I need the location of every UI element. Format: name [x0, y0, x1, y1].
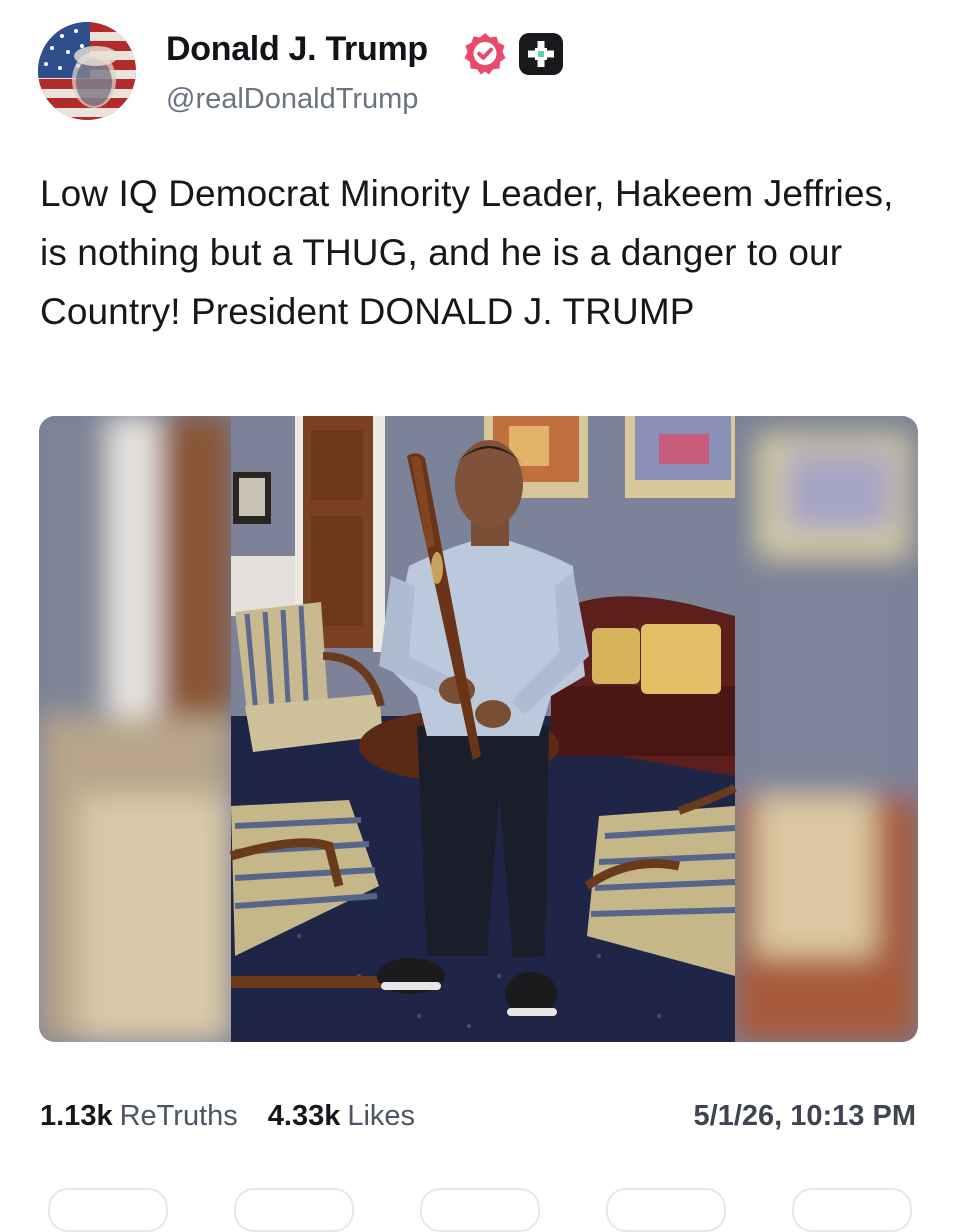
post-card: Donald J. Trump @realDonaldTrump Low IQ … [0, 0, 957, 1232]
avatar-image [38, 22, 136, 120]
share-button[interactable] [606, 1188, 726, 1232]
retruths-label: ReTruths [119, 1100, 238, 1132]
author-display-name[interactable]: Donald J. Trump [166, 30, 428, 69]
verified-badge-icon [462, 30, 508, 76]
post-timestamp[interactable]: 5/1/26, 10:13 PM [694, 1100, 916, 1133]
likes-stat[interactable]: 4.33k Likes [268, 1100, 415, 1132]
reply-button[interactable] [48, 1188, 168, 1232]
post-text: Low IQ Democrat Minority Leader, Hakeem … [40, 173, 894, 332]
plus-badge-icon [518, 32, 564, 76]
retruths-count: 1.13k [40, 1100, 113, 1132]
likes-label: Likes [347, 1100, 416, 1132]
retruths-stat[interactable]: 1.13k ReTruths [40, 1100, 238, 1132]
likes-count: 4.33k [267, 1100, 341, 1132]
post-stats: 1.13k ReTruths 4.33k Likes [40, 1100, 415, 1133]
photo-content [39, 416, 918, 1042]
more-button[interactable] [792, 1188, 912, 1232]
retruth-button[interactable] [234, 1188, 354, 1232]
author-avatar[interactable] [38, 22, 136, 120]
like-button[interactable] [420, 1188, 540, 1232]
author-handle[interactable]: @realDonaldTrump [166, 83, 418, 116]
post-image[interactable] [39, 416, 918, 1042]
